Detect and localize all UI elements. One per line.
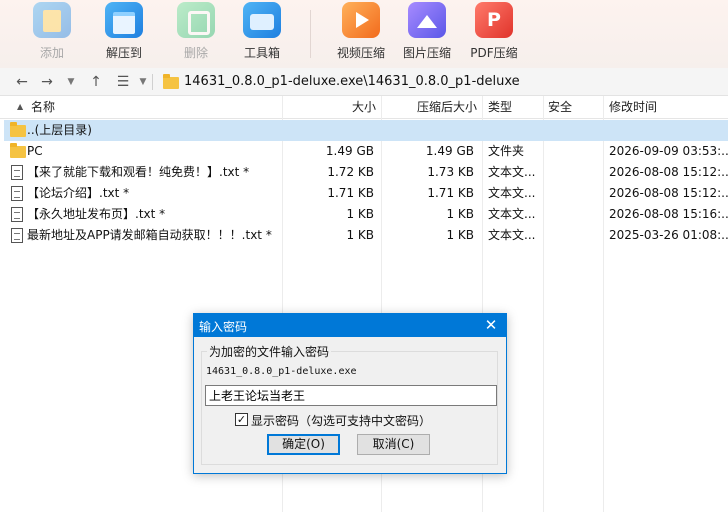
- column-type[interactable]: 类型: [488, 96, 540, 119]
- row-modified: 2026-09-09 03:53:...: [609, 144, 728, 158]
- row-name: PC: [27, 144, 43, 158]
- history-dropdown-icon[interactable]: ▼: [61, 72, 81, 92]
- pdf-compress-label: PDF压缩: [470, 46, 518, 60]
- toolbar-divider: [310, 10, 311, 58]
- video-icon: [342, 2, 380, 38]
- row-modified: 2026-08-08 15:16:...: [609, 207, 728, 221]
- dialog-title-bar[interactable]: 输入密码 ✕: [194, 314, 506, 337]
- video-compress-button[interactable]: 视频压缩: [329, 0, 393, 68]
- folder-icon: [163, 74, 179, 89]
- column-modified[interactable]: 修改时间: [609, 96, 728, 119]
- delete-button[interactable]: 删除: [164, 0, 228, 68]
- text-file-icon: [11, 207, 23, 222]
- extract-label: 解压到: [105, 46, 142, 60]
- password-dialog: 输入密码 ✕ 为加密的文件输入密码 14631_0.8.0_p1-deluxe.…: [193, 313, 507, 474]
- image-compress-button[interactable]: 图片压缩: [395, 0, 459, 68]
- row-type: 文本文...: [488, 186, 536, 200]
- view-dropdown-icon[interactable]: ▼: [133, 72, 153, 92]
- row-type: 文本文...: [488, 165, 536, 179]
- row-name: 【来了就能下载和观看！纯免费！】.txt *: [27, 165, 250, 179]
- add-button[interactable]: 添加: [20, 0, 84, 68]
- table-row[interactable]: 最新地址及APP请发邮箱自动获取！！！.txt * 1 KB 1 KB 文本文.…: [4, 225, 728, 246]
- row-packed-size: 1.73 KB: [427, 165, 474, 179]
- row-size: 1.72 KB: [327, 165, 374, 179]
- cancel-button[interactable]: 取消(C): [357, 434, 430, 455]
- row-size: 1.71 KB: [327, 186, 374, 200]
- row-type: 文本文...: [488, 207, 536, 221]
- text-file-icon: [11, 186, 23, 201]
- row-modified: 2026-08-08 15:12:...: [609, 186, 728, 200]
- row-type: 文本文...: [488, 228, 536, 242]
- table-row[interactable]: 【论坛介绍】.txt * 1.71 KB 1.71 KB 文本文... 2026…: [4, 183, 728, 204]
- table-row[interactable]: 【来了就能下载和观看！纯免费！】.txt * 1.72 KB 1.73 KB 文…: [4, 162, 728, 183]
- dialog-title: 输入密码: [199, 320, 248, 334]
- parent-directory-row[interactable]: ..(上层目录): [4, 120, 728, 141]
- extract-to-button[interactable]: 解压到: [92, 0, 156, 68]
- image-icon: [408, 2, 446, 38]
- row-type: 文件夹: [488, 144, 525, 158]
- add-label: 添加: [39, 46, 64, 60]
- forward-arrow-icon[interactable]: →: [37, 72, 57, 92]
- row-name: 最新地址及APP请发邮箱自动获取！！！.txt *: [27, 228, 272, 242]
- row-size: 1 KB: [346, 228, 374, 242]
- column-size[interactable]: 大小: [283, 96, 376, 119]
- text-file-icon: [11, 228, 23, 243]
- show-password-label[interactable]: 显示密码（勾选可支持中文密码）: [251, 412, 431, 429]
- row-name: ..(上层目录): [27, 123, 92, 137]
- row-size: 1.49 GB: [325, 144, 374, 158]
- up-arrow-icon[interactable]: ↑: [86, 72, 106, 92]
- toolbox-label: 工具箱: [243, 46, 280, 60]
- text-file-icon: [11, 165, 23, 180]
- row-packed-size: 1.71 KB: [427, 186, 474, 200]
- extract-icon: [105, 2, 143, 38]
- close-icon[interactable]: ✕: [480, 315, 502, 336]
- row-packed-size: 1 KB: [446, 228, 474, 242]
- row-name: 【永久地址发布页】.txt *: [27, 207, 166, 221]
- folder-icon: [10, 122, 26, 137]
- toolbox-icon: [243, 2, 281, 38]
- folder-icon: [10, 143, 26, 158]
- back-arrow-icon[interactable]: ←: [12, 72, 32, 92]
- add-icon: [33, 2, 71, 38]
- row-packed-size: 1 KB: [446, 207, 474, 221]
- column-packed-size[interactable]: 压缩后大小: [382, 96, 477, 119]
- encrypted-filename: 14631_0.8.0_p1-deluxe.exe: [206, 366, 357, 377]
- file-list-header: ▲ 名称 大小 压缩后大小 类型 安全 修改时间: [0, 96, 728, 119]
- address-bar: ← → ▼ ↑ ☰ ▼ 14631_0.8.0_p1-deluxe.exe\14…: [0, 68, 728, 96]
- pdf-icon: [475, 2, 513, 38]
- row-modified: 2026-08-08 15:12:...: [609, 165, 728, 179]
- table-row[interactable]: PC 1.49 GB 1.49 GB 文件夹 2026-09-09 03:53:…: [4, 141, 728, 162]
- show-password-checkbox[interactable]: ✓: [235, 413, 248, 426]
- password-input[interactable]: [205, 385, 497, 406]
- view-mode-icon[interactable]: ☰: [113, 72, 133, 92]
- row-size: 1 KB: [346, 207, 374, 221]
- pdf-compress-button[interactable]: PDF压缩: [462, 0, 526, 68]
- table-row[interactable]: 【永久地址发布页】.txt * 1 KB 1 KB 文本文... 2026-08…: [4, 204, 728, 225]
- sort-arrow-icon: ▲: [17, 102, 24, 111]
- row-name: 【论坛介绍】.txt *: [27, 186, 130, 200]
- column-name[interactable]: 名称: [31, 96, 271, 119]
- row-packed-size: 1.49 GB: [425, 144, 474, 158]
- address-divider: [152, 74, 153, 90]
- row-modified: 2025-03-26 01:08:...: [609, 228, 728, 242]
- ok-button[interactable]: 确定(O): [267, 434, 340, 455]
- toolbar: 添加 解压到 删除 工具箱 视频压缩 图片压缩 PDF压缩: [0, 0, 728, 68]
- address-path[interactable]: 14631_0.8.0_p1-deluxe.exe\14631_0.8.0_p1…: [184, 74, 520, 89]
- column-security[interactable]: 安全: [548, 96, 598, 119]
- toolbox-button[interactable]: 工具箱: [230, 0, 294, 68]
- group-label: 为加密的文件输入密码: [207, 343, 332, 360]
- recycle-icon: [177, 2, 215, 38]
